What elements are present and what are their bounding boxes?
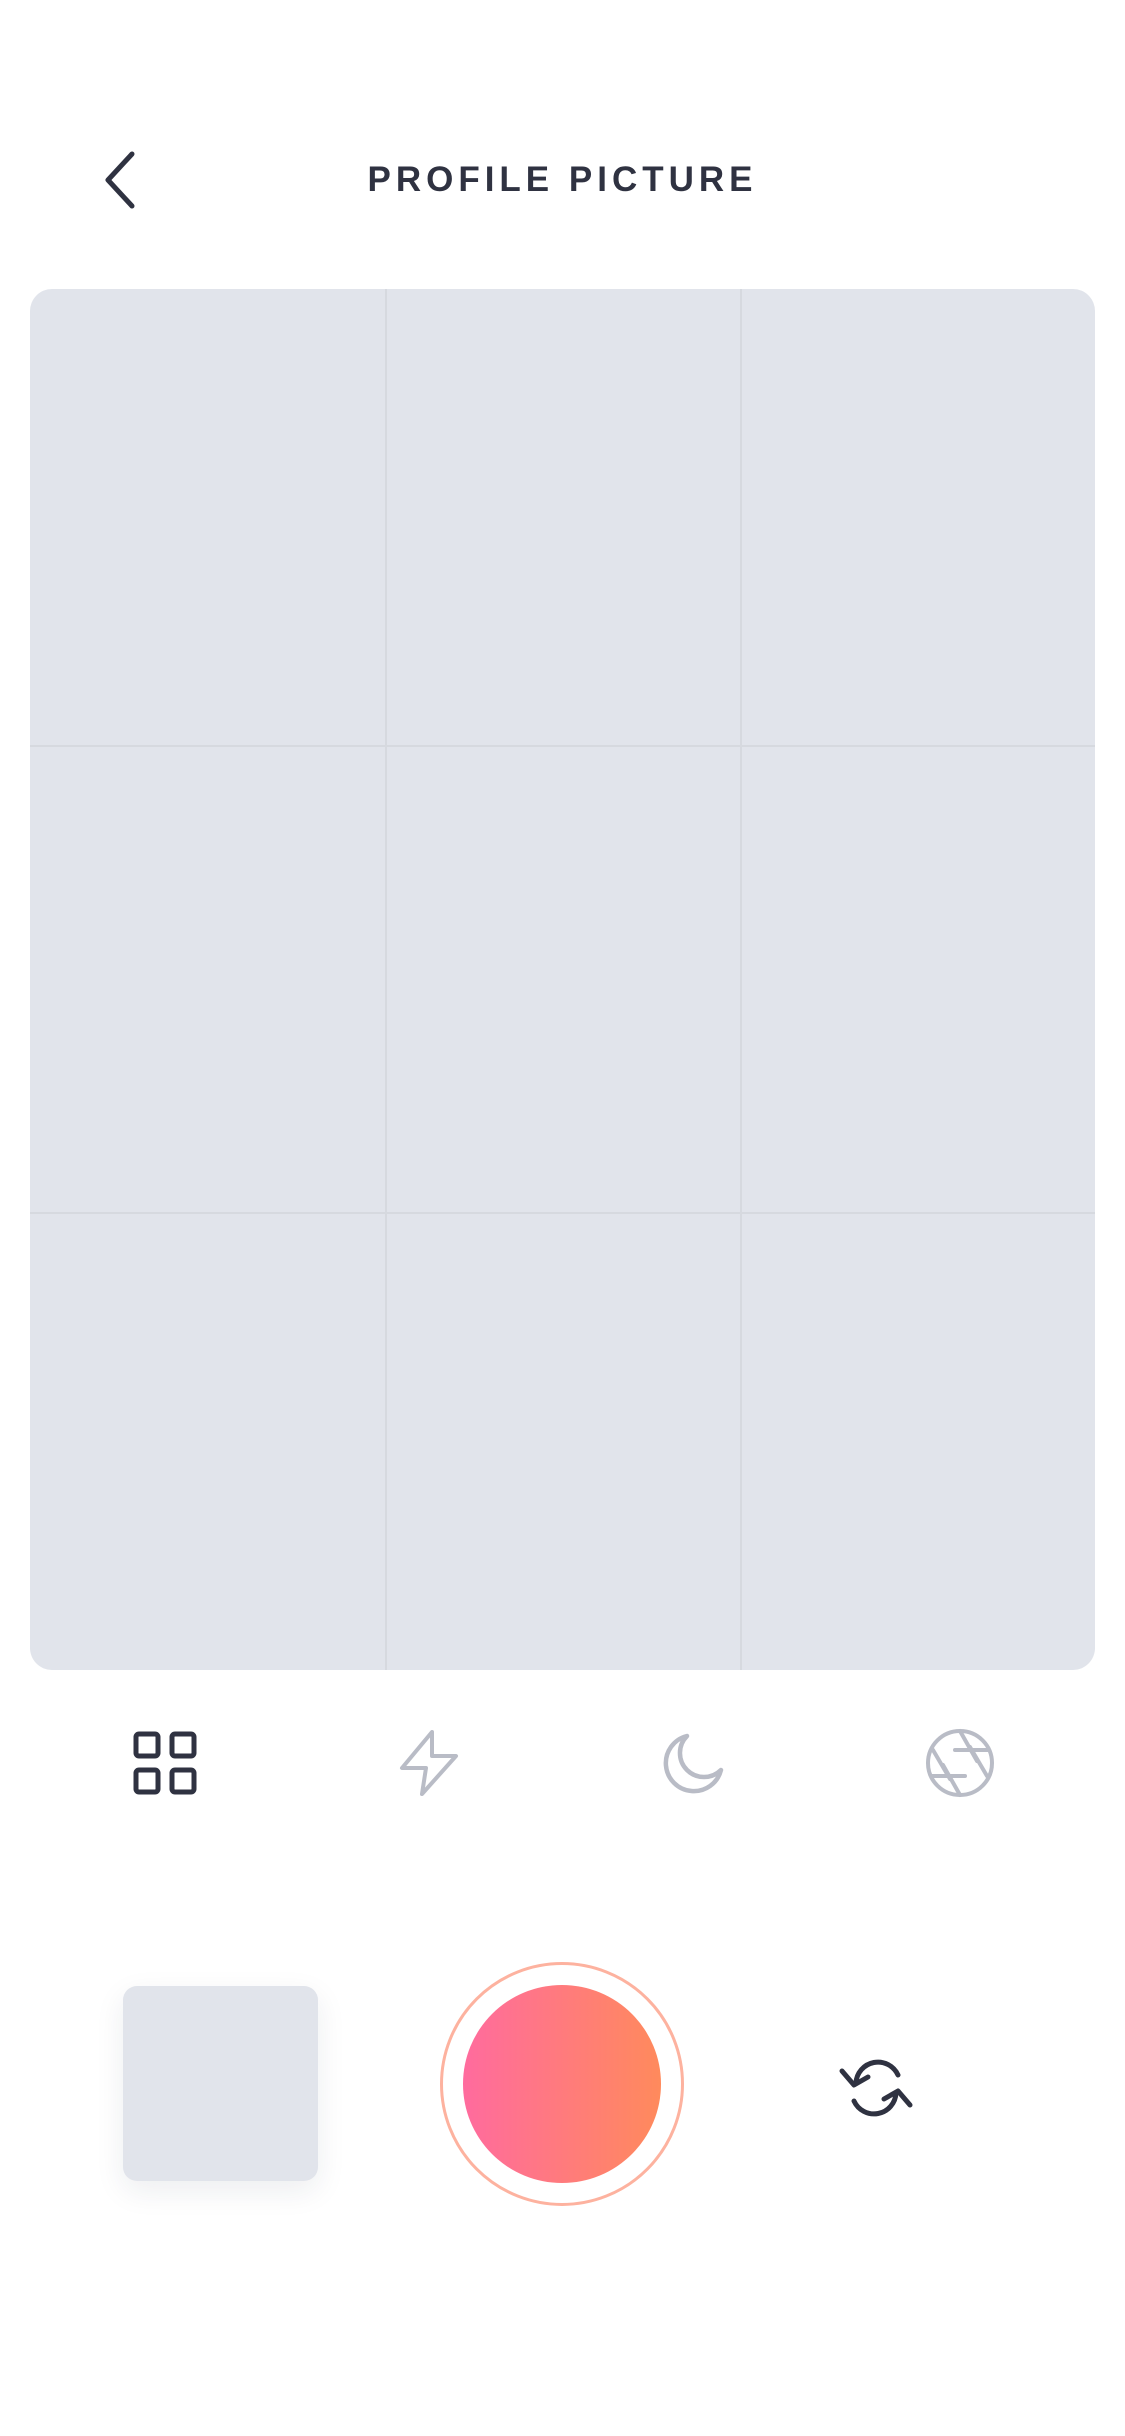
flash-icon <box>400 1730 458 1796</box>
camera-viewfinder[interactable] <box>30 289 1095 1670</box>
flash-toggle-button[interactable] <box>384 1718 474 1808</box>
shutter-core <box>463 1985 661 2183</box>
shutter-button[interactable] <box>440 1962 684 2206</box>
grid-toggle-button[interactable] <box>120 1718 210 1808</box>
grid-line-vertical-1 <box>385 289 387 1670</box>
grid-icon <box>133 1731 197 1795</box>
aperture-toggle-button[interactable] <box>915 1718 1005 1808</box>
grid-line-horizontal-1 <box>30 745 1095 747</box>
page-title: PROFILE PICTURE <box>367 160 758 199</box>
switch-camera-icon <box>839 2059 913 2117</box>
grid-line-vertical-2 <box>740 289 742 1670</box>
aperture-icon <box>926 1729 994 1797</box>
gallery-thumbnail[interactable] <box>123 1986 318 2181</box>
switch-camera-button[interactable] <box>832 2044 920 2132</box>
night-mode-toggle-button[interactable] <box>648 1718 738 1808</box>
top-bar: PROFILE PICTURE <box>0 120 1125 240</box>
grid-line-horizontal-2 <box>30 1212 1095 1214</box>
camera-mode-toolbar <box>0 1718 1125 1808</box>
night-mode-icon <box>663 1733 724 1794</box>
